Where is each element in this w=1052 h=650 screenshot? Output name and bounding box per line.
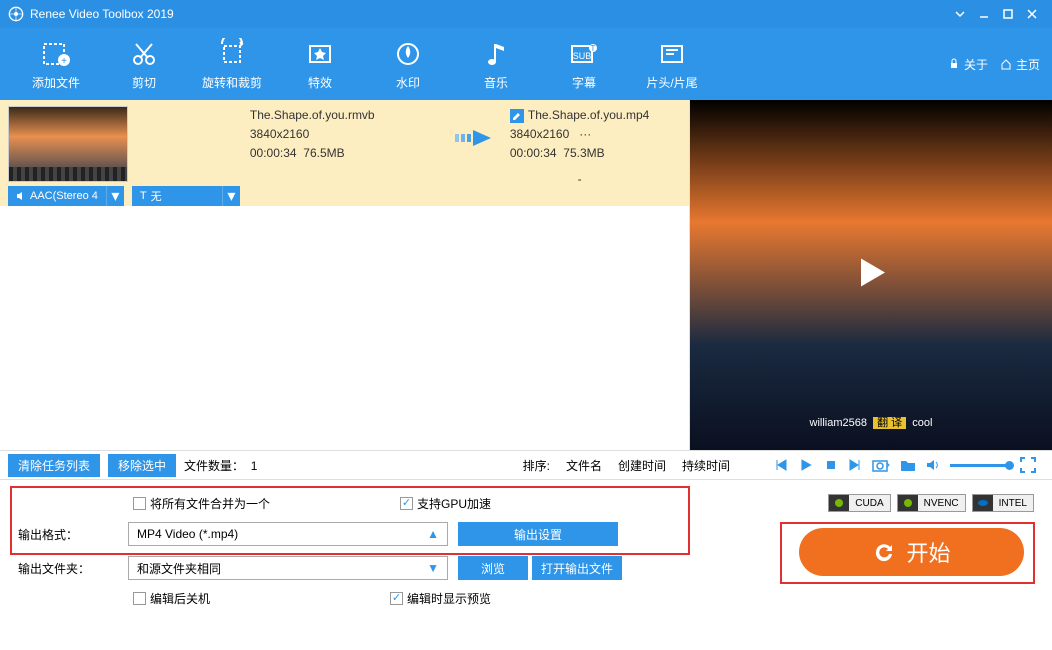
play-overlay-button[interactable]	[847, 249, 895, 302]
arrow-icon	[450, 106, 510, 150]
subtitle-select[interactable]: T 无 ▾	[132, 186, 240, 206]
cuda-badge: CUDA	[828, 494, 890, 512]
source-filename: The.Shape.of.you.rmvb	[250, 106, 450, 125]
watermark-button[interactable]: 水印	[364, 38, 452, 91]
audio-select[interactable]: AAC(Stereo 4 ▾	[8, 186, 124, 206]
next-button[interactable]	[848, 458, 862, 472]
source-resolution: 3840x2160	[250, 125, 450, 144]
about-link[interactable]: 关于	[948, 56, 988, 73]
intro-outro-button[interactable]: 片头/片尾	[628, 38, 716, 91]
chevron-down-icon: ▾	[222, 186, 240, 206]
svg-text:SUB: SUB	[573, 51, 592, 61]
nvenc-badge: NVENC	[897, 494, 966, 512]
add-file-label: 添加文件	[32, 74, 80, 91]
sort-label: 排序:	[523, 457, 550, 474]
merge-checkbox[interactable]: 将所有文件合并为一个	[133, 495, 270, 512]
subtitle-label: 字幕	[572, 74, 596, 91]
cut-label: 剪切	[132, 74, 156, 91]
app-logo-icon	[8, 6, 24, 22]
effect-button[interactable]: 特效	[276, 38, 364, 91]
edit-icon[interactable]	[510, 109, 524, 123]
open-output-button[interactable]: 打开输出文件	[532, 556, 622, 580]
fullscreen-button[interactable]	[1020, 457, 1036, 473]
effect-label: 特效	[308, 74, 332, 91]
sort-by-name[interactable]: 文件名	[566, 457, 602, 474]
source-thumbnail	[8, 106, 128, 182]
home-link[interactable]: 主页	[1000, 56, 1040, 73]
format-combo[interactable]: MP4 Video (*.mp4)▲	[128, 522, 448, 546]
open-folder-button[interactable]	[900, 458, 916, 472]
speaker-icon	[16, 191, 26, 201]
rotate-crop-button[interactable]: 旋转和裁剪	[188, 38, 276, 91]
lock-icon	[948, 58, 960, 70]
volume-icon[interactable]	[926, 458, 940, 472]
output-resolution: 3840x2160	[510, 127, 569, 141]
chevron-down-icon: ▼	[427, 561, 439, 575]
intel-badge: INTEL	[972, 494, 1034, 512]
subtitle-button[interactable]: SUBT 字幕	[540, 38, 628, 91]
window-title: Renee Video Toolbox 2019	[30, 7, 174, 21]
source-size: 76.5MB	[303, 146, 344, 160]
sort-by-duration[interactable]: 持续时间	[682, 457, 730, 474]
chevron-up-icon: ▲	[427, 527, 439, 541]
start-button[interactable]: 开始	[799, 528, 1024, 576]
gpu-checkbox[interactable]: 支持GPU加速	[400, 495, 491, 512]
intro-outro-label: 片头/片尾	[646, 74, 697, 91]
preview-pane: william2568 翻 译 cool	[690, 100, 1052, 450]
file-row[interactable]: AAC(Stereo 4 ▾ T 无 ▾ The.Shape.of.you.rm…	[0, 100, 689, 206]
output-settings-button[interactable]: 输出设置	[458, 522, 618, 546]
preview-checkbox[interactable]: 编辑时显示预览	[390, 590, 491, 607]
refresh-icon	[872, 540, 896, 564]
dropdown-button[interactable]	[948, 4, 972, 24]
home-icon	[1000, 58, 1012, 70]
format-label: 输出格式：	[18, 526, 118, 543]
music-button[interactable]: 音乐	[452, 38, 540, 91]
maximize-button[interactable]	[996, 4, 1020, 24]
source-duration: 00:00:34	[250, 146, 297, 160]
clear-list-button[interactable]: 清除任务列表	[8, 454, 100, 477]
rotate-crop-label: 旋转和裁剪	[202, 74, 262, 91]
play-button[interactable]	[798, 457, 814, 473]
folder-combo[interactable]: 和源文件夹相同▼	[128, 556, 448, 580]
chevron-down-icon: ▾	[106, 186, 124, 206]
volume-slider[interactable]	[950, 464, 1010, 467]
output-filename: The.Shape.of.you.mp4	[528, 106, 649, 125]
folder-label: 输出文件夹：	[18, 560, 118, 577]
svg-text:+: +	[61, 56, 67, 67]
output-duration: 00:00:34	[510, 146, 557, 160]
file-count-label: 文件数量： 1	[184, 457, 257, 474]
close-button[interactable]	[1020, 4, 1044, 24]
file-list: AAC(Stereo 4 ▾ T 无 ▾ The.Shape.of.you.rm…	[0, 100, 690, 450]
output-size: 75.3MB	[563, 146, 604, 160]
remove-selected-button[interactable]: 移除选中	[108, 454, 176, 477]
music-label: 音乐	[484, 74, 508, 91]
stop-button[interactable]	[824, 458, 838, 472]
minimize-button[interactable]	[972, 4, 996, 24]
prev-button[interactable]	[774, 458, 788, 472]
browse-button[interactable]: 浏览	[458, 556, 528, 580]
cut-button[interactable]: 剪切	[100, 38, 188, 91]
shutdown-checkbox[interactable]: 编辑后关机	[133, 590, 210, 607]
preview-subtitle: william2568 翻 译 cool	[690, 414, 1052, 430]
sort-by-ctime[interactable]: 创建时间	[618, 457, 666, 474]
add-file-button[interactable]: + 添加文件	[12, 38, 100, 91]
watermark-label: 水印	[396, 74, 420, 91]
snapshot-button[interactable]	[872, 457, 890, 473]
svg-text:T: T	[591, 44, 596, 53]
